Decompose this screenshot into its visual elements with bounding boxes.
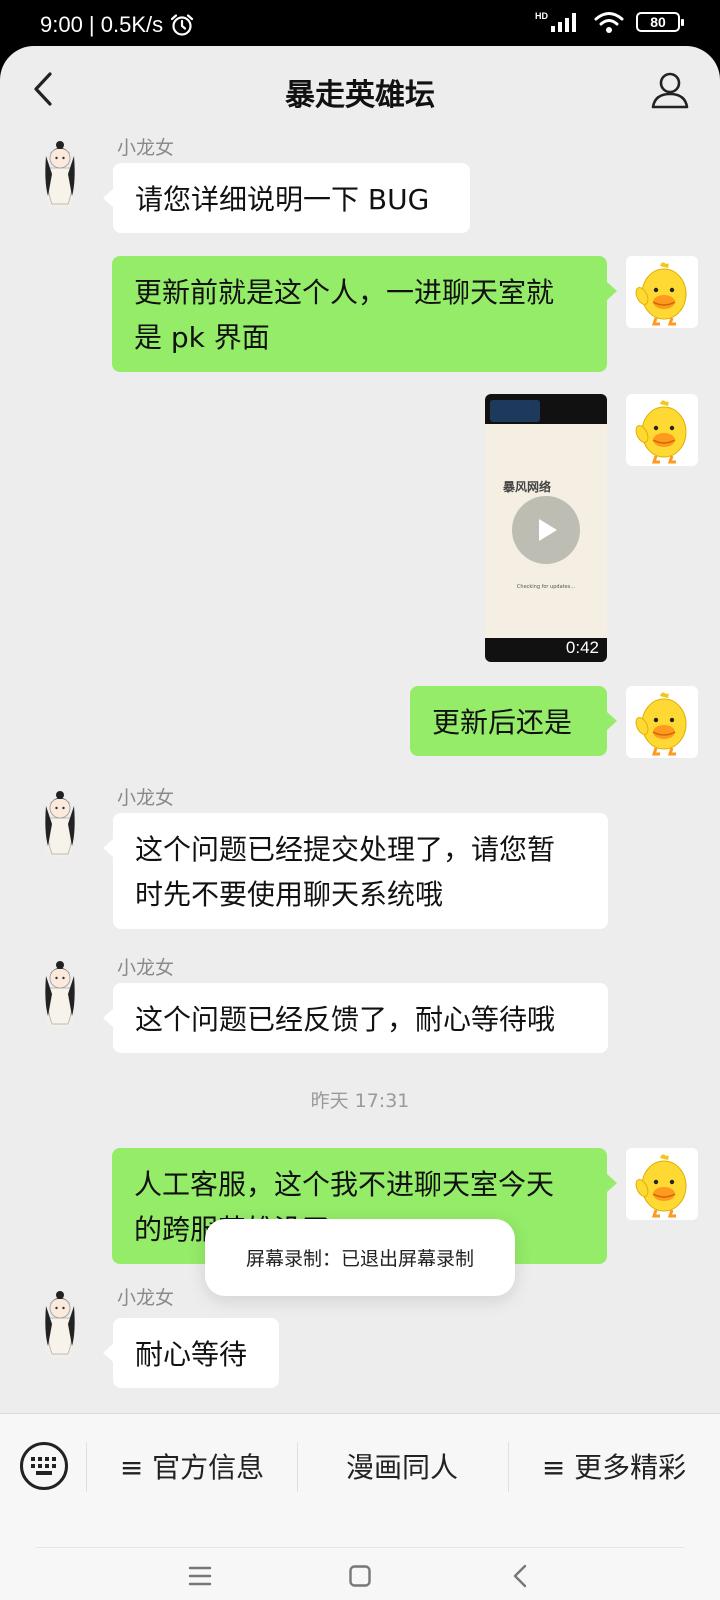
status-left: 9:00 | 0.5K/s [40, 12, 195, 38]
square-icon [349, 1565, 371, 1587]
avatar[interactable] [626, 686, 698, 758]
message-bubble[interactable]: 这个问题已经提交处理了，请您暂 时先不要使用聊天系统哦 [103, 813, 608, 929]
battery-level: 80 [650, 14, 666, 30]
duck-avatar-icon [635, 1154, 687, 1218]
girl-avatar-icon [45, 791, 75, 858]
menu-icon [188, 1566, 212, 1586]
menu-divider [86, 1442, 87, 1492]
chat-screen: 暴走英雄坛 小龙女 请您详细说明一下 BUG 更新前就是这个人，一进聊天室就 是… [0, 46, 720, 1600]
avatar[interactable] [24, 138, 96, 210]
avatar[interactable] [24, 1288, 96, 1360]
duck-avatar-icon [635, 692, 687, 756]
girl-avatar-icon [45, 961, 75, 1028]
nav-back-button[interactable] [500, 1556, 540, 1596]
duck-avatar-icon [635, 400, 687, 464]
nav-menu-button[interactable] [180, 1556, 220, 1596]
signal-icon [551, 13, 576, 32]
message-line: 更新前就是这个人，一进聊天室就 [134, 276, 555, 309]
message-line: 人工客服，这个我不进聊天室今天 [134, 1168, 555, 1201]
video-thumbnail-chip [490, 400, 540, 422]
message-bubble[interactable]: 耐心等待 [103, 1318, 279, 1388]
status-right: HD 80 [535, 10, 684, 34]
girl-avatar-icon [45, 141, 75, 208]
status-time: 9:00 | 0.5K/s [40, 12, 164, 37]
chat-header: 暴走英雄坛 [0, 46, 720, 132]
bottom-menu-bar: ≡ 官方信息 漫画同人 ≡ 更多精彩 [0, 1413, 720, 1600]
menu-official-info[interactable]: ≡ 官方信息 [88, 1436, 296, 1496]
avatar[interactable] [24, 788, 96, 860]
video-message[interactable]: 暴风网络 Checking for updates... 0:42 [485, 394, 607, 662]
avatar[interactable] [626, 256, 698, 328]
battery-icon: 80 [636, 12, 684, 32]
menu-divider [508, 1442, 509, 1492]
keyboard-icon [31, 1457, 56, 1475]
avatar[interactable] [626, 1148, 698, 1220]
wifi-icon [594, 12, 624, 33]
duck-avatar-icon [635, 262, 687, 326]
nav-divider [36, 1547, 684, 1548]
profile-button[interactable] [646, 66, 694, 114]
keyboard-toggle-button[interactable] [20, 1442, 68, 1490]
video-overlay-text: 暴风网络 [503, 480, 552, 494]
menu-comics[interactable]: 漫画同人 [298, 1436, 506, 1496]
network-type: HD [535, 11, 548, 21]
video-top-bar [485, 394, 607, 424]
video-duration: 0:42 [565, 638, 599, 657]
girl-avatar-icon [45, 1291, 75, 1358]
alarm-icon [171, 14, 194, 36]
nav-home-button[interactable] [340, 1556, 380, 1596]
play-icon [539, 519, 557, 541]
message-line: 是 pk 界面 [134, 321, 270, 354]
message-bubble[interactable]: 请您详细说明一下 BUG [103, 163, 470, 233]
sender-name: 小龙女 [117, 1287, 175, 1309]
sender-name: 小龙女 [117, 787, 175, 809]
play-button[interactable] [512, 496, 580, 564]
message-bubble[interactable]: 更新后还是 [410, 686, 617, 756]
page-title: 暴走英雄坛 [285, 78, 435, 113]
sender-name: 小龙女 [117, 137, 175, 159]
timestamp: 昨天 17:31 [310, 1090, 410, 1112]
chevron-left-icon [513, 1564, 527, 1588]
avatar[interactable] [24, 958, 96, 1030]
sender-name: 小龙女 [117, 957, 175, 979]
toast-notification: 屏幕录制：已退出屏幕录制 [205, 1219, 515, 1296]
status-bar: 9:00 | 0.5K/s HD 80 [0, 0, 720, 48]
message-bubble[interactable]: 这个问题已经反馈了，耐心等待哦 [103, 983, 608, 1053]
avatar[interactable] [626, 394, 698, 466]
video-status-text: Checking for updates... [516, 584, 576, 590]
message-line: 时先不要使用聊天系统哦 [135, 878, 444, 911]
message-line: 这个问题已经提交处理了，请您暂 [135, 833, 556, 866]
person-icon [651, 72, 689, 109]
message-bubble[interactable]: 更新前就是这个人，一进聊天室就 是 pk 界面 [112, 256, 617, 372]
menu-more[interactable]: ≡ 更多精彩 [510, 1436, 718, 1496]
